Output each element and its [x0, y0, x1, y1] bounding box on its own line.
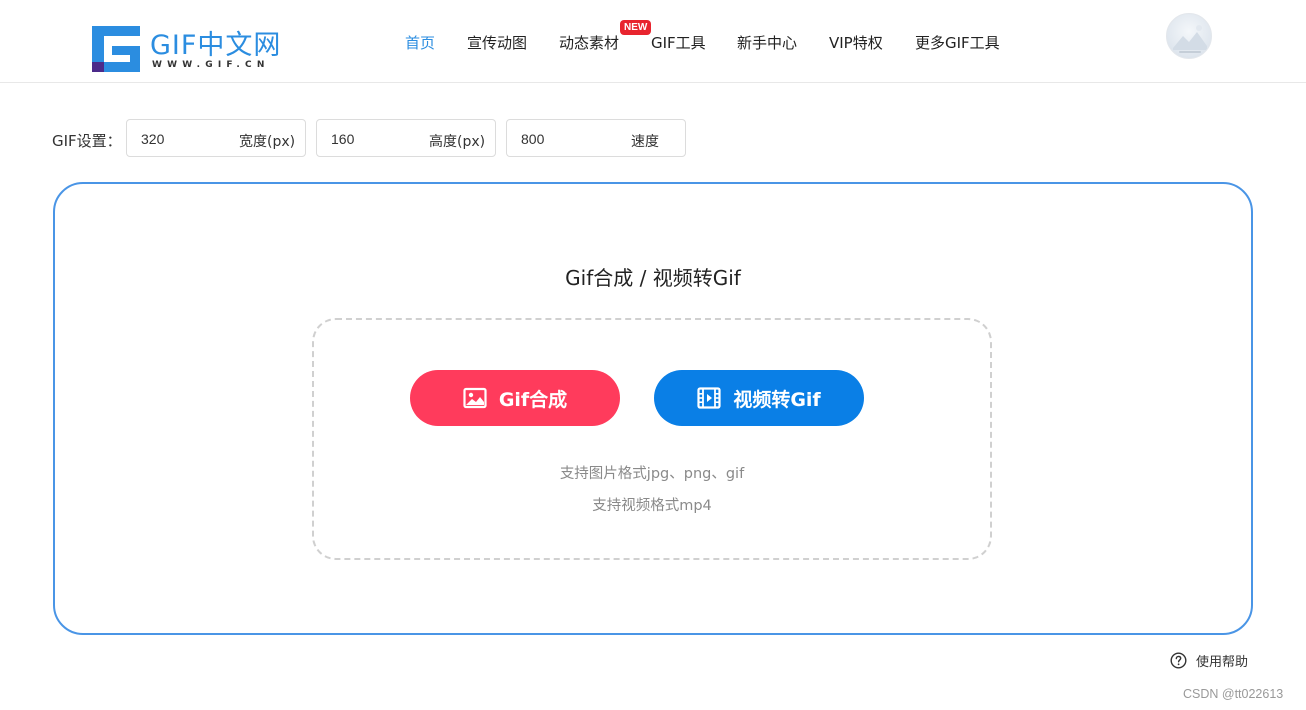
logo-subtitle: WWW.GIF.CN	[152, 60, 270, 70]
image-format-hint: 支持图片格式jpg、png、gif	[559, 466, 745, 482]
site-header: GIF中文网 WWW.GIF.CN 首页 宣传动图 动态素材 NEW GIF工具…	[0, 0, 1306, 83]
speed-setting: 速度	[506, 119, 686, 157]
height-unit-label: 高度(px)	[429, 134, 486, 150]
video-to-gif-label: 视频转Gif	[733, 388, 821, 411]
gif-compose-button[interactable]: Gif合成	[410, 370, 620, 426]
gif-settings-label: GIF设置：	[52, 132, 122, 150]
gif-compose-label: Gif合成	[498, 388, 568, 411]
image-icon	[463, 387, 487, 409]
video-to-gif-button[interactable]: 视频转Gif	[654, 370, 864, 426]
nav-item-gif-tools[interactable]: GIF工具	[651, 32, 706, 53]
logo-text: GIF中文网	[150, 30, 282, 61]
upload-dropzone[interactable]: Gif合成 视频转Gif 支持图片格式jpg、png、gif 支持视频格式mp4	[312, 318, 992, 560]
height-input[interactable]	[331, 129, 411, 149]
height-setting: 高度(px)	[316, 119, 496, 157]
nav-item-promo-gifs[interactable]: 宣传动图	[467, 32, 527, 53]
width-input[interactable]	[141, 129, 221, 149]
help-label: 使用帮助	[1196, 655, 1249, 670]
speed-unit-label: 速度	[631, 134, 659, 150]
panel-title: Gif合成 / 视频转Gif	[565, 266, 741, 290]
nav-item-beginner-center[interactable]: 新手中心	[737, 32, 797, 53]
avatar[interactable]	[1166, 13, 1212, 59]
speed-input[interactable]	[521, 129, 601, 149]
new-badge: NEW	[620, 20, 652, 35]
question-circle-icon	[1170, 652, 1187, 669]
film-icon	[697, 387, 721, 409]
nav-item-vip[interactable]: VIP特权	[829, 32, 883, 53]
avatar-icon	[1173, 25, 1207, 53]
width-unit-label: 宽度(px)	[239, 134, 296, 150]
site-logo[interactable]: GIF中文网 WWW.GIF.CN	[92, 26, 292, 74]
nav-item-animated-assets[interactable]: 动态素材	[559, 32, 619, 53]
nav-item-home[interactable]: 首页	[405, 32, 435, 53]
gif-maker-panel: Gif合成 / 视频转Gif Gif合成 视频转Gif 支持图片格式jpg、pn…	[53, 182, 1253, 635]
video-format-hint: 支持视频格式mp4	[592, 498, 712, 514]
nav-item-more-gif-tools[interactable]: 更多GIF工具	[915, 32, 1000, 53]
watermark: CSDN @tt022613	[1183, 687, 1284, 701]
width-setting: 宽度(px)	[126, 119, 306, 157]
logo-mark-icon	[92, 26, 140, 72]
help-link[interactable]: 使用帮助	[1170, 651, 1248, 670]
